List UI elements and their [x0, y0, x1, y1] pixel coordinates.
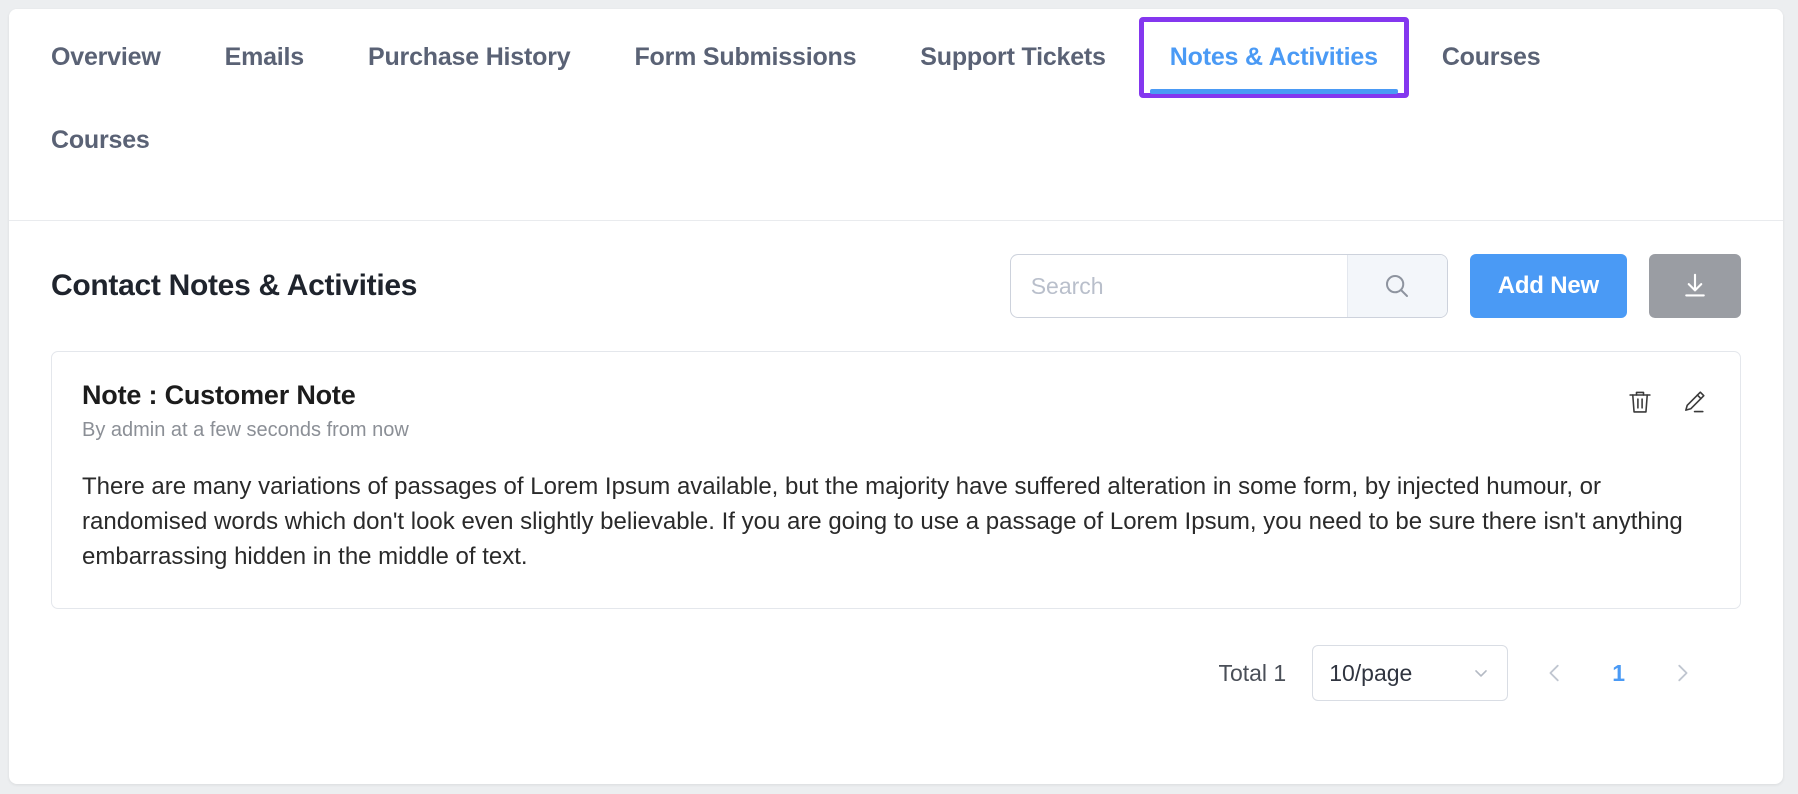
- trash-icon: [1626, 388, 1654, 416]
- search-button[interactable]: [1346, 255, 1447, 317]
- tab-label: Overview: [51, 43, 161, 71]
- page-size-value: 10/page: [1329, 659, 1413, 686]
- page-number-1[interactable]: 1: [1602, 660, 1635, 687]
- tab-purchase-history[interactable]: Purchase History: [336, 31, 602, 86]
- download-icon: [1680, 271, 1710, 301]
- search-input[interactable]: [1010, 255, 1347, 317]
- tab-form-submissions[interactable]: Form Submissions: [602, 31, 888, 86]
- tab-notes-activities[interactable]: Notes & Activities: [1138, 17, 1410, 98]
- active-tab-underline: [1149, 89, 1398, 94]
- tab-label: Courses: [1441, 43, 1541, 71]
- chevron-down-icon: [1471, 663, 1491, 683]
- tab-label: Notes & Activities: [1169, 43, 1378, 71]
- content-header: Contact Notes & Activities Add New: [51, 251, 1741, 321]
- tab-label: Courses: [51, 126, 150, 154]
- tab-bar: Overview Emails Purchase History Form Su…: [9, 9, 1783, 221]
- next-page-button[interactable]: [1661, 656, 1703, 690]
- note-card-header: Note : Customer Note By admin at a few s…: [82, 380, 1710, 442]
- note-card-actions: [1624, 380, 1710, 418]
- note-body: There are many variations of passages of…: [82, 473, 1683, 570]
- pagination: Total 1 10/page 1: [51, 645, 1741, 702]
- note-card-titles: Note : Customer Note By admin at a few s…: [82, 380, 409, 442]
- tab-label: Support Tickets: [920, 43, 1106, 71]
- download-button[interactable]: [1649, 254, 1741, 318]
- prev-page-button[interactable]: [1534, 656, 1576, 690]
- tab-row-secondary: Courses: [37, 86, 1755, 169]
- note-title: Note : Customer Note: [82, 380, 356, 410]
- tab-label: Emails: [224, 43, 305, 71]
- tab-label: Form Submissions: [634, 43, 857, 71]
- add-new-button[interactable]: Add New: [1469, 254, 1627, 318]
- chevron-right-icon: [1671, 662, 1693, 684]
- tab-label: Purchase History: [368, 43, 571, 71]
- search-icon: [1382, 271, 1412, 301]
- tab-courses[interactable]: Courses: [1410, 31, 1573, 86]
- delete-note-button[interactable]: [1624, 386, 1656, 418]
- tab-emails[interactable]: Emails: [193, 31, 336, 86]
- page-size-select[interactable]: 10/page: [1312, 645, 1509, 702]
- tab-overview[interactable]: Overview: [37, 31, 193, 86]
- note-card: Note : Customer Note By admin at a few s…: [51, 351, 1741, 610]
- total-count-label: Total 1: [1218, 659, 1287, 686]
- edit-note-button[interactable]: [1678, 386, 1710, 418]
- pencil-icon: [1680, 388, 1708, 416]
- tab-courses-secondary[interactable]: Courses: [37, 116, 182, 169]
- page-title: Contact Notes & Activities: [51, 269, 418, 302]
- tab-support-tickets[interactable]: Support Tickets: [888, 31, 1137, 86]
- contact-detail-panel: Overview Emails Purchase History Form Su…: [9, 9, 1783, 784]
- chevron-left-icon: [1544, 662, 1566, 684]
- search-box: [1009, 254, 1448, 318]
- content-area: Contact Notes & Activities Add New: [9, 221, 1783, 702]
- tab-row-primary: Overview Emails Purchase History Form Su…: [37, 9, 1755, 98]
- note-meta: By admin at a few seconds from now: [82, 419, 409, 441]
- header-actions: Add New: [1009, 254, 1741, 318]
